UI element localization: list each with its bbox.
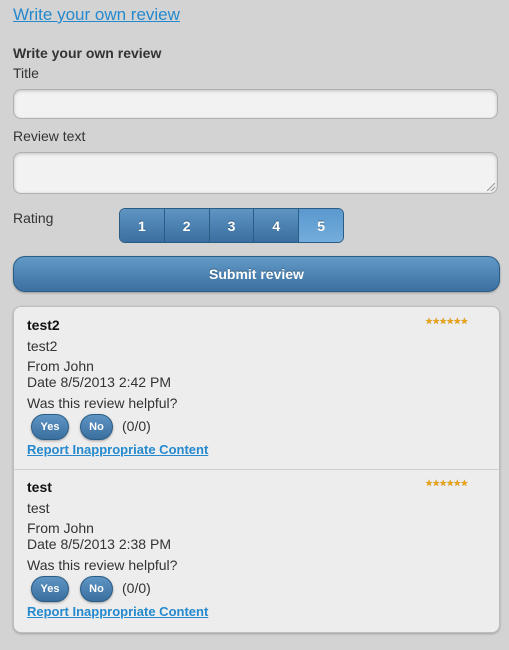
rating-selector: 1 2 3 4 5: [119, 208, 344, 243]
report-content-link[interactable]: Report Inappropriate Content: [27, 442, 208, 457]
review-author: From John: [27, 520, 94, 536]
rating-label: Rating: [13, 210, 54, 226]
helpful-prompt: Was this review helpful?: [27, 557, 178, 573]
form-heading: Write your own review: [13, 45, 162, 61]
helpful-no-button[interactable]: No: [80, 414, 113, 440]
review-title: test2: [27, 317, 60, 333]
rating-option-2[interactable]: 2: [164, 209, 210, 242]
rating-option-4[interactable]: 4: [254, 209, 300, 242]
review-item: test ★★★★★★ test From John Date 8/5/2013…: [14, 469, 499, 632]
review-text-input[interactable]: [13, 152, 498, 194]
review-item: test2 ★★★★★★ test2 From John Date 8/5/20…: [14, 307, 499, 470]
vote-count: (0/0): [122, 418, 151, 434]
star-rating-icon: ★★★★★★: [425, 478, 468, 488]
review-body: test2: [27, 338, 58, 354]
helpful-no-button[interactable]: No: [80, 576, 113, 602]
helpful-yes-button[interactable]: Yes: [31, 414, 69, 440]
title-input[interactable]: [13, 89, 498, 119]
star-rating-icon: ★★★★★★: [425, 316, 468, 326]
review-date: Date 8/5/2013 2:42 PM: [27, 374, 171, 390]
helpful-yes-button[interactable]: Yes: [31, 576, 69, 602]
review-body: test: [27, 500, 50, 516]
helpful-prompt: Was this review helpful?: [27, 395, 178, 411]
rating-option-3[interactable]: 3: [209, 209, 255, 242]
title-label: Title: [13, 65, 39, 81]
write-review-link[interactable]: Write your own review: [13, 5, 180, 25]
reviews-list: test2 ★★★★★★ test2 From John Date 8/5/20…: [13, 306, 500, 633]
submit-review-button[interactable]: Submit review: [13, 256, 500, 292]
rating-option-5[interactable]: 5: [299, 209, 343, 242]
review-author: From John: [27, 358, 94, 374]
review-title: test: [27, 479, 52, 495]
review-date: Date 8/5/2013 2:38 PM: [27, 536, 171, 552]
resize-grip-icon[interactable]: [487, 183, 495, 191]
vote-count: (0/0): [122, 580, 151, 596]
review-text-label: Review text: [13, 128, 86, 144]
report-content-link[interactable]: Report Inappropriate Content: [27, 604, 208, 619]
rating-option-1[interactable]: 1: [120, 209, 165, 242]
